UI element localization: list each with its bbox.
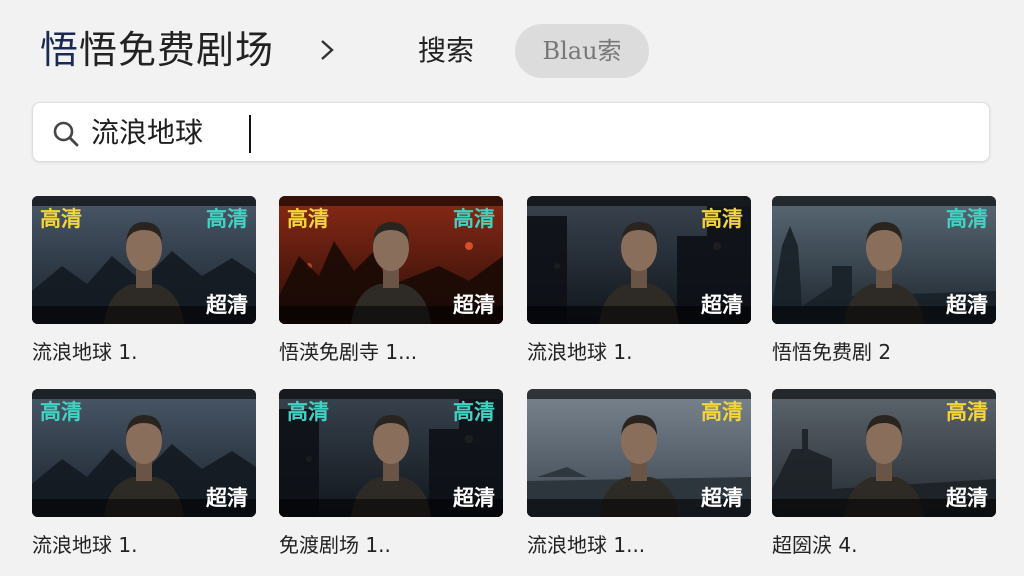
header: 悟悟免费剧场 搜索 Blau索 (0, 0, 1024, 100)
text-caret (249, 115, 251, 153)
video-title[interactable]: 悟悟免费剧 2 (772, 339, 1012, 365)
app-title-text: 悟免费剧场 (79, 28, 275, 72)
hd-badge: 高清 (701, 400, 743, 424)
uhd-badge: 超清 (206, 486, 248, 510)
video-title[interactable]: 超圀涙 4. (772, 532, 1012, 558)
video-title[interactable]: 流浪地球 1. (527, 339, 767, 365)
hd-badge: 高清 (206, 207, 248, 231)
video-title[interactable]: 流浪地球 1... (527, 532, 767, 558)
video-thumbnail[interactable]: 高清 超清 (772, 389, 996, 517)
video-title[interactable]: 流浪地球 1. (32, 532, 272, 558)
uhd-badge: 超清 (453, 293, 495, 317)
search-input[interactable] (91, 111, 951, 155)
hd-badge: 高清 (946, 207, 988, 231)
video-thumbnail[interactable]: 高清 超清 (527, 389, 751, 517)
video-thumbnail[interactable]: 高清 高清超清 (279, 389, 503, 517)
hd-badge: 高清 (40, 400, 82, 424)
uhd-badge: 超清 (946, 486, 988, 510)
pill-button[interactable]: Blau索 (515, 24, 649, 78)
hd-badge: 高清 (453, 400, 495, 424)
hd-badge: 高清 (40, 207, 82, 231)
app-title: 悟悟免费剧场 (40, 24, 274, 76)
video-title[interactable]: 悟渶免剧寺 1... (279, 339, 519, 365)
uhd-badge: 超清 (701, 293, 743, 317)
uhd-badge: 超清 (206, 293, 248, 317)
video-title[interactable]: 流浪地球 1. (32, 339, 272, 365)
app-title-accent: 悟 (40, 28, 80, 72)
hd-badge: 高清 (453, 207, 495, 231)
video-title[interactable]: 免渡剧场 1.. (279, 532, 519, 558)
chevron-right-icon[interactable] (318, 33, 338, 67)
hd-badge: 高清 (946, 400, 988, 424)
uhd-badge: 超清 (701, 486, 743, 510)
uhd-badge: 超清 (946, 293, 988, 317)
video-thumbnail[interactable]: 高清超清 (32, 389, 256, 517)
video-thumbnail[interactable]: 高清 高清超清 (279, 196, 503, 324)
video-thumbnail[interactable]: 高清 高清超清 (32, 196, 256, 324)
hd-badge: 高清 (701, 207, 743, 231)
video-thumbnail[interactable]: 高清 超清 (772, 196, 996, 324)
uhd-badge: 超清 (453, 486, 495, 510)
search-box[interactable] (32, 102, 990, 162)
video-thumbnail[interactable]: 高清 超清 (527, 196, 751, 324)
hd-badge: 高清 (287, 400, 329, 424)
search-icon (53, 121, 79, 147)
search-tab[interactable]: 搜索 (418, 33, 474, 69)
hd-badge: 高清 (287, 207, 329, 231)
